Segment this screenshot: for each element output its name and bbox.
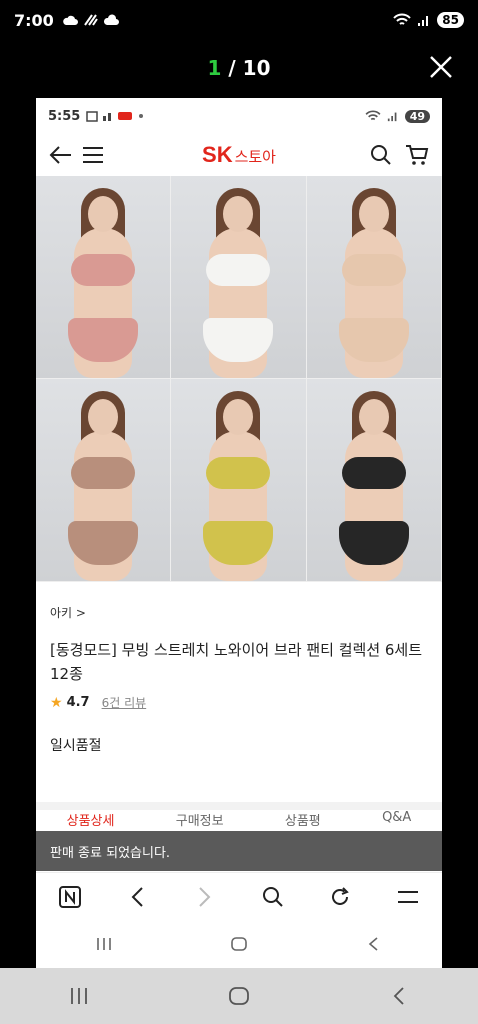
tab-qna[interactable]: Q&A <box>382 810 411 830</box>
bra-swatch <box>341 457 406 489</box>
inner-nav-bar <box>36 920 442 968</box>
detail-tabs: 상품상세 구매정보 상품평 Q&A <box>36 810 442 830</box>
cell-signal-icon <box>418 16 429 26</box>
logo-brand: SK <box>202 142 233 167</box>
os-status-right: 85 <box>393 12 464 28</box>
close-icon <box>430 56 452 78</box>
bra-swatch <box>206 457 271 489</box>
product-photo-6 <box>306 379 442 582</box>
product-title: [동경모드] 무빙 스트레치 노와이어 브라 팬티 컬렉션 6세트 12종 <box>50 641 423 683</box>
product-photo-5 <box>171 379 307 582</box>
dot-icon <box>139 114 144 118</box>
cloud-icon <box>62 15 78 25</box>
os-nav-bar <box>0 968 478 1024</box>
model-head <box>88 399 119 435</box>
hamburger-icon <box>398 890 419 903</box>
current-index: 1 <box>207 56 222 80</box>
image-counter: 1 / 10 <box>0 56 478 80</box>
browser-toolbar <box>36 872 442 920</box>
tab-purchase-info[interactable]: 구매정보 <box>176 810 224 830</box>
naver-button[interactable] <box>55 882 85 912</box>
rating-score: 4.7 <box>66 695 90 710</box>
calendar-icon <box>86 111 99 122</box>
naver-icon <box>58 885 81 908</box>
browser-search-button[interactable] <box>258 882 288 912</box>
refresh-button[interactable] <box>325 882 355 912</box>
inner-status-right: 49 <box>365 109 430 123</box>
image-viewer-header: 1 / 10 <box>0 48 478 88</box>
tab-detail[interactable]: 상품상세 <box>67 810 115 830</box>
tab-reviews[interactable]: 상품평 <box>285 810 321 830</box>
bra-swatch <box>206 254 271 286</box>
inner-signal-icon <box>387 112 397 122</box>
chart-icon <box>103 113 112 121</box>
product-photo-3 <box>306 176 442 379</box>
bra-swatch <box>341 254 406 286</box>
back-icon[interactable] <box>389 986 409 1006</box>
sync-cloud-icon <box>103 14 119 25</box>
os-notification-icons <box>62 13 120 27</box>
browser-forward-button[interactable] <box>190 882 220 912</box>
inner-status-bar: 5:55 49 <box>36 98 442 134</box>
browser-back-button[interactable] <box>122 882 152 912</box>
back-icon[interactable] <box>365 936 383 952</box>
home-icon[interactable] <box>228 986 250 1006</box>
rating-row: ★ 4.7 6건 리뷰 <box>50 694 428 711</box>
refresh-icon <box>332 886 350 905</box>
inner-wifi-icon <box>365 110 381 121</box>
section-divider <box>36 802 442 810</box>
os-time: 7:00 <box>14 10 54 30</box>
product-photo-1 <box>36 176 172 379</box>
screenshot-image: 5:55 49 SK 스토아 아키 > [동경모드] 무빙 스트레치 노와이어 … <box>36 98 442 968</box>
review-count-link[interactable]: 6건 리뷰 <box>102 694 147 711</box>
star-icon: ★ <box>50 694 63 711</box>
inner-battery: 49 <box>404 109 430 123</box>
on-badge-icon <box>118 112 133 120</box>
chevron-left-icon <box>132 886 144 907</box>
recents-icon[interactable] <box>69 986 89 1006</box>
recents-icon[interactable] <box>95 936 113 952</box>
bra-swatch <box>71 457 136 489</box>
sk-stoa-logo[interactable]: SK 스토아 <box>36 142 442 168</box>
search-icon <box>262 886 283 907</box>
model-head <box>358 399 389 435</box>
logo-store: 스토아 <box>234 148 276 166</box>
total-count: 10 <box>242 56 271 80</box>
inner-time: 5:55 <box>48 108 81 124</box>
product-photo-2 <box>171 176 307 379</box>
wifi-icon <box>393 13 412 25</box>
signal-hatch-icon <box>83 14 98 26</box>
screen: 7:00 85 1 / 10 5:55 49 SK 스토아 아키 > [동경모드… <box>0 0 478 1024</box>
product-photo-4 <box>36 379 172 582</box>
product-image[interactable] <box>36 176 442 582</box>
battery-level: 85 <box>437 12 464 28</box>
product-info: 아키 > [동경모드] 무빙 스트레치 노와이어 브라 팬티 컬렉션 6세트 1… <box>36 604 442 755</box>
bra-swatch <box>71 254 136 286</box>
brand-link[interactable]: 아키 > <box>50 604 428 624</box>
os-status-bar: 7:00 85 <box>0 0 478 40</box>
model-head <box>88 196 119 232</box>
home-icon[interactable] <box>230 936 248 952</box>
sold-out-toast: 판매 종료 되었습니다. <box>36 831 442 871</box>
stock-status: 일시품절 <box>50 738 102 754</box>
app-bar: SK 스토아 <box>36 134 442 176</box>
close-button[interactable] <box>428 54 454 80</box>
chevron-right-icon <box>199 886 211 907</box>
browser-menu-button[interactable] <box>393 882 423 912</box>
model-head <box>358 196 389 232</box>
counter-separator: / <box>221 56 243 80</box>
product-photo-grid <box>36 176 442 582</box>
